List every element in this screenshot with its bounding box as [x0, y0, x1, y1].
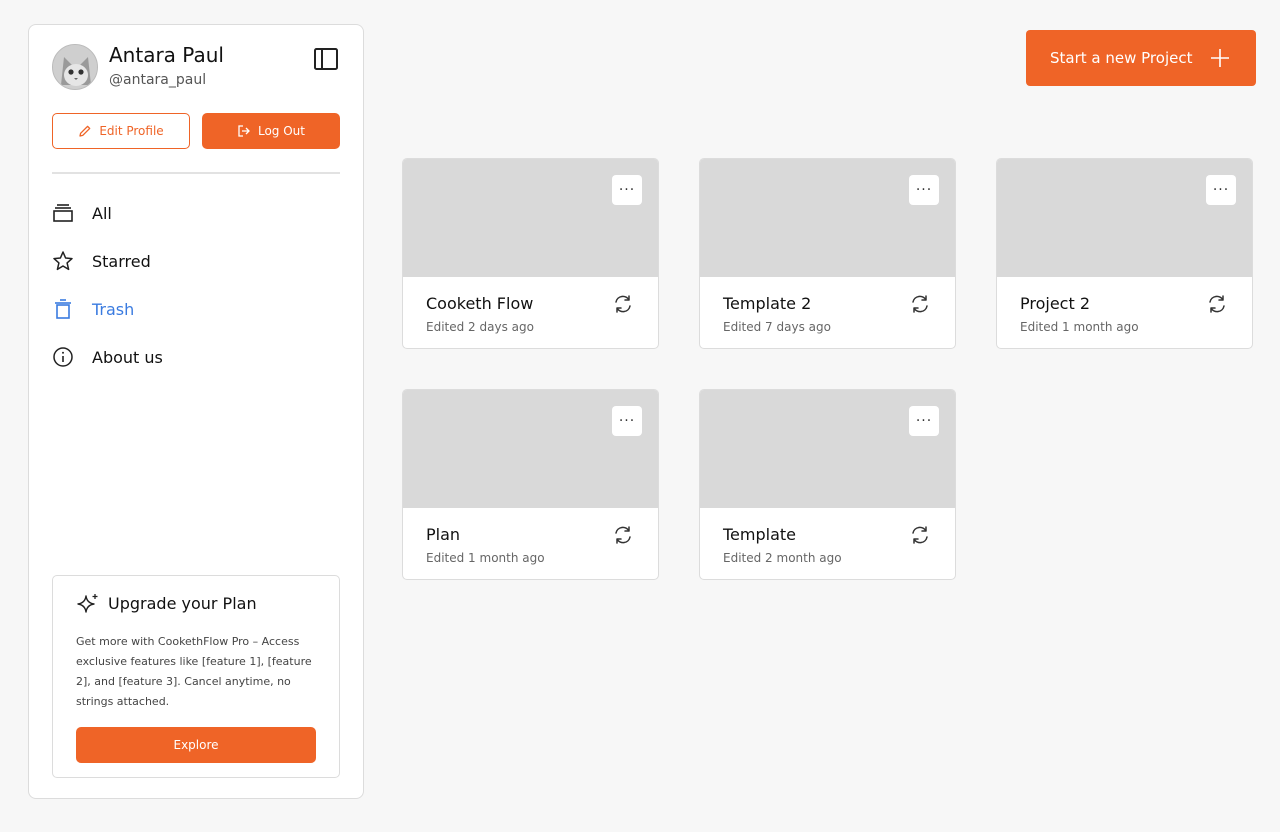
project-card[interactable]: ··· Template 2 Edited 7 days ago	[699, 158, 956, 349]
project-edited: Edited 2 month ago	[723, 551, 842, 565]
project-card[interactable]: ··· Plan Edited 1 month ago	[402, 389, 659, 580]
avatar[interactable]	[52, 44, 98, 90]
sidebar-item-trash[interactable]: Trash	[52, 285, 340, 333]
sidebar-item-label: Trash	[92, 299, 135, 319]
more-options-button[interactable]: ···	[1206, 175, 1236, 205]
upgrade-description: Get more with CookethFlow Pro – Access e…	[76, 635, 312, 708]
sidebar: Antara Paul @antara_paul Edit Profile Lo…	[28, 24, 364, 799]
upgrade-card: Upgrade your Plan Get more with CookethF…	[52, 575, 340, 778]
sync-icon[interactable]	[909, 524, 931, 546]
project-card[interactable]: ··· Cooketh Flow Edited 2 days ago	[402, 158, 659, 349]
logout-label: Log Out	[257, 124, 305, 138]
project-title: Template 2	[723, 294, 812, 313]
sidebar-item-about[interactable]: About us	[52, 333, 340, 381]
project-edited: Edited 2 days ago	[426, 320, 534, 334]
info-icon	[52, 346, 74, 368]
sync-icon[interactable]	[1206, 293, 1228, 315]
logout-button[interactable]: Log Out	[202, 113, 340, 149]
sidebar-item-label: Starred	[92, 251, 151, 271]
project-card[interactable]: ··· Template Edited 2 month ago	[699, 389, 956, 580]
project-edited: Edited 1 month ago	[426, 551, 545, 565]
sidebar-toggle-icon[interactable]	[313, 47, 339, 71]
project-card[interactable]: ··· Project 2 Edited 1 month ago	[996, 158, 1253, 349]
edit-profile-label: Edit Profile	[99, 124, 164, 138]
sync-icon[interactable]	[612, 524, 634, 546]
upgrade-title: Upgrade your Plan	[108, 594, 257, 613]
user-name: Antara Paul	[109, 43, 224, 67]
sidebar-nav: All Starred Trash About us	[52, 197, 340, 389]
project-title: Cooketh Flow	[426, 294, 534, 313]
trash-icon	[52, 298, 74, 320]
sync-icon[interactable]	[612, 293, 634, 315]
project-title: Project 2	[1020, 294, 1091, 313]
sidebar-item-label: About us	[92, 347, 163, 367]
logout-icon	[238, 125, 250, 137]
project-title: Plan	[426, 525, 461, 544]
more-options-button[interactable]: ···	[612, 175, 642, 205]
project-edited: Edited 7 days ago	[723, 320, 831, 334]
more-options-button[interactable]: ···	[909, 175, 939, 205]
sidebar-item-all[interactable]: All	[52, 189, 340, 237]
new-project-label: Start a new Project	[1050, 49, 1193, 67]
stack-icon	[52, 202, 74, 224]
edit-profile-button[interactable]: Edit Profile	[52, 113, 190, 149]
explore-button[interactable]: Explore	[76, 727, 316, 763]
sidebar-item-label: All	[92, 203, 112, 223]
plus-icon	[1210, 48, 1230, 68]
project-edited: Edited 1 month ago	[1020, 320, 1139, 334]
sync-icon[interactable]	[909, 293, 931, 315]
project-title: Template	[723, 525, 797, 544]
sparkle-icon	[76, 592, 100, 616]
more-options-button[interactable]: ···	[909, 406, 939, 436]
star-icon	[52, 250, 74, 272]
new-project-button[interactable]: Start a new Project	[1026, 30, 1256, 86]
user-handle: @antara_paul	[109, 72, 207, 88]
sidebar-item-starred[interactable]: Starred	[52, 237, 340, 285]
divider	[52, 172, 340, 174]
more-options-button[interactable]: ···	[612, 406, 642, 436]
pencil-icon	[79, 125, 91, 137]
